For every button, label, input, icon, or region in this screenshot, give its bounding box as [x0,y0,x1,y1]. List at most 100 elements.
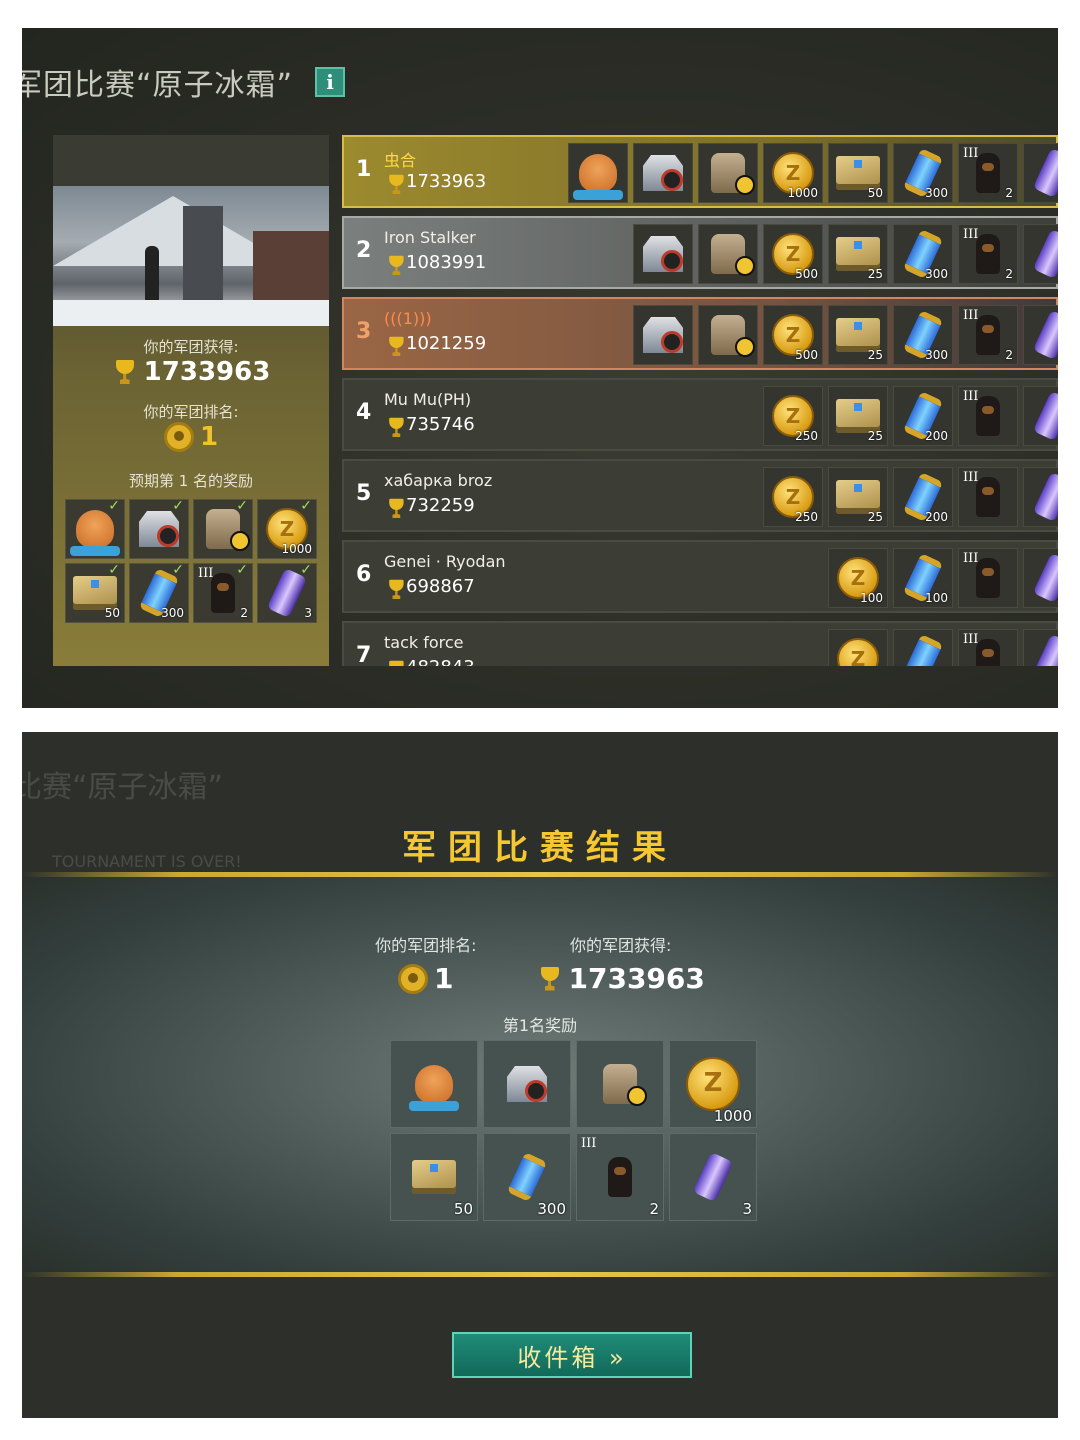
reward-item[interactable]: 250 [763,467,823,527]
reward-item[interactable] [1023,224,1058,284]
reward-item[interactable]: III 2 [958,224,1018,284]
leaderboard-row[interactable]: 5 хабарка broz 732259 250 25 200 III [342,459,1058,532]
reward-item[interactable] [1023,629,1058,666]
leaderboard-row[interactable]: 6 Genei · Ryodan 698867 100 100 III [342,540,1058,613]
rank-stat: 你的军团排名: 1 [375,932,476,995]
legion-name: хабарка broz [384,471,493,490]
reward-item[interactable]: ✓ [65,498,125,559]
reward-item[interactable]: III 2 [576,1133,664,1221]
reward-item[interactable]: 25 [828,224,888,284]
info-icon[interactable]: i [315,67,346,97]
reward-item[interactable]: 50 [828,143,888,203]
leaderboard-row[interactable]: 1 虫合1733963 1000 50 300 III 2 [342,135,1058,208]
reward-item[interactable] [1023,548,1058,608]
reward-item[interactable]: 25 [828,467,888,527]
reward-item[interactable] [390,1040,478,1128]
leaderboard-list[interactable]: 1 虫合1733963 1000 50 300 III 2 2 Iron Stalker 1083… [342,135,1058,666]
reward-item[interactable]: 300 [893,224,953,284]
reward-item[interactable]: III 2 [958,143,1018,203]
reward-item[interactable]: 300 [483,1133,571,1221]
cat-icon [70,510,120,556]
legion-name: Genei · Ryodan [384,552,506,571]
leaderboard-row[interactable]: 2 Iron Stalker 1083991 500 25 300 III 2 [342,216,1058,289]
reward-item[interactable]: 300 [893,305,953,365]
soda-icon [1032,471,1058,523]
reward-item[interactable] [568,143,628,203]
legion-score: 735746 [384,414,475,435]
reward-item[interactable]: III [958,386,1018,446]
leaderboard-row[interactable]: 4 Mu Mu(PH) 735746 250 25 200 III [342,378,1058,451]
reward-item[interactable]: 50 [390,1133,478,1221]
backpack-icon [206,509,250,551]
reward-item[interactable] [1023,467,1058,527]
reward-item[interactable] [698,305,758,365]
item-count: 200 [925,510,948,524]
reward-item[interactable]: 500 [763,224,823,284]
reward-item[interactable]: 3 ✓ [257,562,317,623]
inbox-button[interactable]: 收件箱 » [452,1332,692,1378]
leaderboard-row[interactable]: 7 tack force 482843 III [342,621,1058,666]
reward-item[interactable]: 1000 [669,1040,757,1128]
reward-item[interactable]: III [958,467,1018,527]
check-icon: ✓ [300,562,312,578]
legion-score: 1733963 [384,171,486,192]
earned-label: 你的军团获得: [143,338,239,356]
reward-item[interactable] [698,143,758,203]
reward-item[interactable] [483,1040,571,1128]
reward-item[interactable]: 25 [828,305,888,365]
item-count: 500 [795,348,818,362]
earned-stat: 你的军团获得: 1733963 [537,932,705,995]
reward-item[interactable]: 50 ✓ [65,562,125,623]
check-icon: ✓ [172,498,184,514]
legion-name: 虫合 [384,151,417,170]
reward-item[interactable]: 3 [669,1133,757,1221]
supply-box-icon [412,1160,456,1194]
reward-item[interactable]: ✓ [193,498,253,559]
reward-item[interactable]: 300 [893,143,953,203]
supply-box-icon [836,318,880,352]
reward-item[interactable] [1023,305,1058,365]
rank-value: 1 [53,422,329,452]
reward-item[interactable] [633,224,693,284]
reward-item[interactable] [633,305,693,365]
reward-item[interactable]: 500 [763,305,823,365]
score-value: 732259 [406,495,475,516]
reward-item[interactable] [576,1040,664,1128]
reward-item[interactable] [1023,143,1058,203]
item-count: 2 [649,1200,659,1218]
reward-item[interactable]: III 2 ✓ [193,562,253,623]
reward-item[interactable]: 100 [828,548,888,608]
trophy-icon [386,660,404,666]
leaderboard-row[interactable]: 3 (((1))) 1021259 500 25 300 III 2 [342,297,1058,370]
dog-icon [211,573,235,613]
check-icon: ✓ [236,562,248,578]
city-artwork [53,186,329,326]
reward-item[interactable]: 200 [893,467,953,527]
cat-icon [409,1065,459,1111]
reward-item[interactable]: 200 [893,386,953,446]
tier-label: III [963,389,979,404]
row-rewards: 100 100 III [828,548,1058,608]
score-value: 1083991 [406,252,487,273]
reward-item[interactable] [1023,386,1058,446]
legion-score: 698867 [384,576,475,597]
reward-item[interactable]: 25 [828,386,888,446]
reward-item[interactable]: III [958,629,1018,666]
reward-item[interactable]: III 2 [958,305,1018,365]
reward-item[interactable]: 250 [763,386,823,446]
reward-item[interactable]: ✓ [129,498,189,559]
reward-item[interactable]: 300 ✓ [129,562,189,623]
dog-icon [976,234,1000,274]
reward-item[interactable]: 1000 [763,143,823,203]
reward-item[interactable] [893,629,953,666]
tier-label: III [963,470,979,485]
reward-item[interactable]: III [958,548,1018,608]
reward-item[interactable]: 100 [893,548,953,608]
serum-icon [902,633,944,666]
reward-item[interactable] [698,224,758,284]
dog-icon [976,477,1000,517]
tier-label: III [963,227,979,242]
reward-item[interactable] [633,143,693,203]
reward-item[interactable]: 1000 ✓ [257,498,317,559]
reward-item[interactable] [828,629,888,666]
